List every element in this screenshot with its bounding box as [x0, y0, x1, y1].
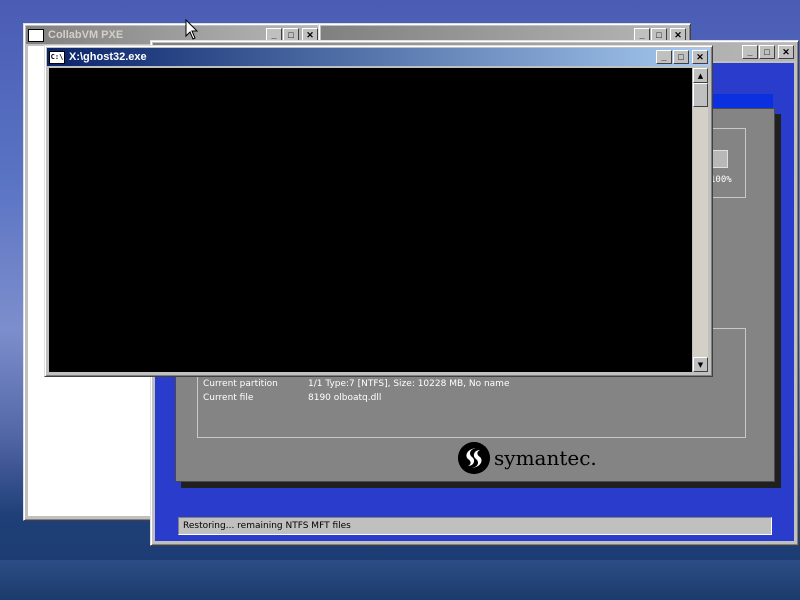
status-text: Restoring... remaining NTFS MFT files — [183, 521, 351, 531]
status-bar: Restoring... remaining NTFS MFT files — [178, 517, 772, 535]
progress-percent: 100% — [710, 175, 732, 185]
minimize-button[interactable]: _ — [656, 50, 672, 64]
maximize-button[interactable]: □ — [759, 45, 775, 59]
current-file-value: 8190 olboatq.dll — [308, 393, 382, 403]
current-file-label: Current file — [203, 393, 254, 403]
current-partition-label: Current partition — [203, 379, 278, 389]
symantec-logo: symantec. — [458, 442, 597, 474]
symantec-mark-icon — [458, 442, 490, 474]
close-button[interactable]: ✕ — [692, 50, 708, 64]
console-icon: C:\ — [49, 50, 65, 64]
current-partition-value: 1/1 Type:7 [NTFS], Size: 10228 MB, No na… — [308, 379, 510, 389]
desktop-background — [0, 560, 800, 600]
window-title: X:\ghost32.exe — [69, 51, 147, 63]
scroll-thumb[interactable] — [693, 83, 708, 107]
console-window[interactable]: C:\ X:\ghost32.exe _ □ ✕ ▲ ▼ — [44, 45, 713, 377]
scroll-down-button[interactable]: ▼ — [693, 357, 708, 372]
window-icon — [28, 28, 44, 42]
symantec-wordmark: symantec. — [494, 446, 597, 470]
vertical-scrollbar[interactable]: ▲ ▼ — [693, 68, 708, 372]
minimize-button[interactable]: _ — [742, 45, 758, 59]
progress-bar — [712, 150, 728, 168]
scroll-up-button[interactable]: ▲ — [693, 68, 708, 83]
close-button[interactable]: ✕ — [778, 45, 794, 59]
maximize-button[interactable]: □ — [673, 50, 689, 64]
console-output[interactable] — [49, 68, 692, 372]
console-title-bar[interactable]: C:\ X:\ghost32.exe _ □ ✕ — [47, 48, 710, 66]
